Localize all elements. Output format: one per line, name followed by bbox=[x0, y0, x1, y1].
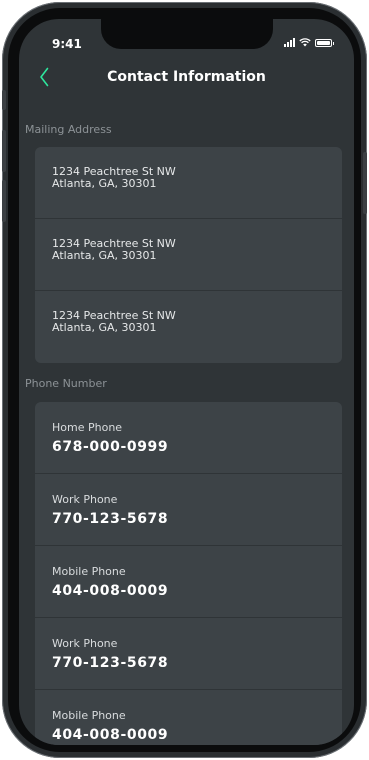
mailing-address-list: 1234 Peachtree St NW Atlanta, GA, 30301 … bbox=[35, 147, 342, 363]
phone-item[interactable]: Mobile Phone 404-008-0009 bbox=[35, 546, 342, 618]
phone-number: 770-123-5678 bbox=[52, 655, 169, 671]
signal-icon bbox=[284, 38, 295, 47]
battery-icon bbox=[315, 38, 334, 47]
phone-item[interactable]: Home Phone 678-000-0999 bbox=[35, 402, 342, 474]
phone-item[interactable]: Mobile Phone 404-008-0009 bbox=[35, 690, 342, 745]
phone-item[interactable]: Work Phone 770-123-5678 bbox=[35, 618, 342, 690]
phone-number: 770-123-5678 bbox=[52, 511, 169, 527]
section-label-mailing: Mailing Address bbox=[25, 123, 112, 136]
phone-type: Home Phone bbox=[52, 421, 123, 434]
screen: 9:41 Contact Information Mailing Address bbox=[19, 19, 354, 745]
status-time: 9:41 bbox=[52, 37, 82, 51]
phone-type: Work Phone bbox=[52, 493, 118, 506]
notch bbox=[101, 19, 273, 49]
phone-frame: 9:41 Contact Information Mailing Address bbox=[2, 2, 367, 758]
status-icons bbox=[284, 38, 334, 47]
address-line2: Atlanta, GA, 30301 bbox=[52, 249, 157, 262]
volume-down-button bbox=[2, 180, 6, 222]
section-label-phone: Phone Number bbox=[25, 377, 107, 390]
phone-type: Work Phone bbox=[52, 637, 118, 650]
address-line2: Atlanta, GA, 30301 bbox=[52, 177, 157, 190]
address-item[interactable]: 1234 Peachtree St NW Atlanta, GA, 30301 bbox=[35, 291, 342, 363]
phone-number: 678-000-0999 bbox=[52, 439, 169, 455]
phone-type: Mobile Phone bbox=[52, 709, 126, 722]
mute-switch bbox=[2, 90, 6, 110]
phone-number: 404-008-0009 bbox=[52, 583, 169, 599]
nav-bar: Contact Information bbox=[19, 65, 354, 95]
phone-item[interactable]: Work Phone 770-123-5678 bbox=[35, 474, 342, 546]
volume-up-button bbox=[2, 130, 6, 172]
address-item[interactable]: 1234 Peachtree St NW Atlanta, GA, 30301 bbox=[35, 219, 342, 291]
phone-number: 404-008-0009 bbox=[52, 727, 169, 743]
wifi-icon bbox=[299, 38, 311, 47]
page-title: Contact Information bbox=[107, 69, 266, 85]
address-line2: Atlanta, GA, 30301 bbox=[52, 321, 157, 334]
power-button bbox=[363, 152, 367, 214]
phone-number-list: Home Phone 678-000-0999 Work Phone 770-1… bbox=[35, 402, 342, 745]
address-item[interactable]: 1234 Peachtree St NW Atlanta, GA, 30301 bbox=[35, 147, 342, 219]
phone-type: Mobile Phone bbox=[52, 565, 126, 578]
